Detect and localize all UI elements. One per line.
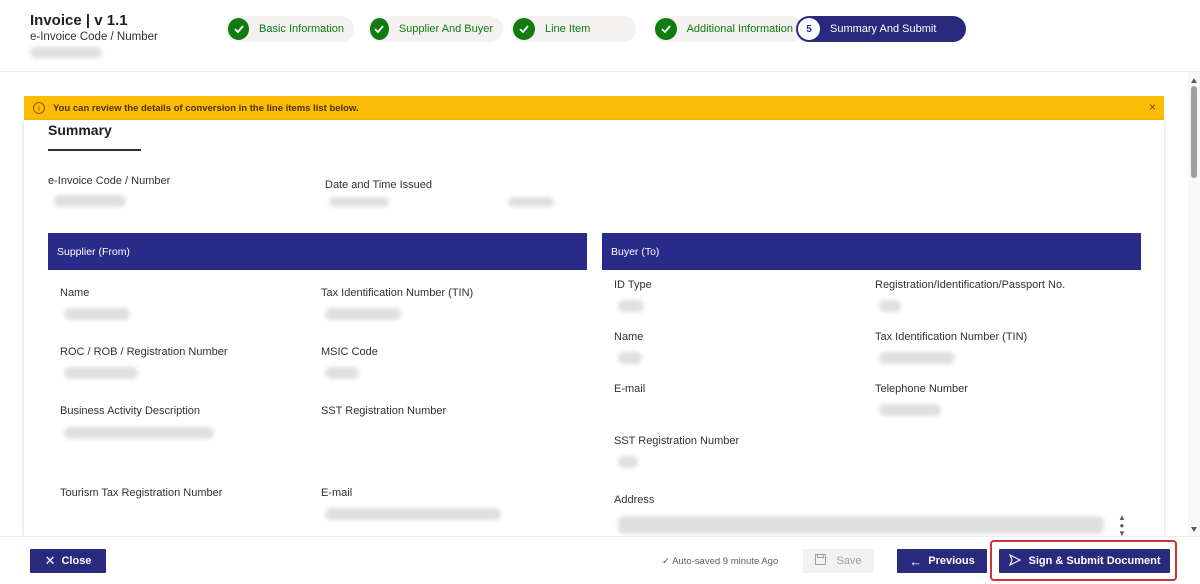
buyer-address-label: Address <box>614 494 655 506</box>
redacted-buyer-sst <box>618 456 638 468</box>
redacted-registration <box>879 300 901 312</box>
section-title: Summary <box>48 122 112 138</box>
check-icon <box>228 18 250 40</box>
title-block: Invoice | v 1.1 e-Invoice Code / Number <box>30 12 158 63</box>
buyer-panel-heading: Buyer (To) <box>602 233 1141 270</box>
redacted-address <box>618 516 1104 534</box>
buyer-sst-label: SST Registration Number <box>614 435 740 447</box>
redacted-id-type <box>618 300 644 312</box>
save-icon <box>815 554 827 568</box>
info-banner: i You can review the details of conversi… <box>24 96 1164 120</box>
buyer-phone-label: Telephone Number <box>875 383 968 395</box>
supplier-sst-label: SST Registration Number <box>321 405 447 417</box>
redacted-buyer-tin <box>879 352 955 364</box>
scroll-down-icon[interactable] <box>1191 527 1197 532</box>
save-button-label: Save <box>836 555 862 567</box>
step-label: Line Item <box>545 23 591 35</box>
resize-handle-icon[interactable]: ▲ ● ▼ <box>1118 514 1126 538</box>
supplier-name-label: Name <box>60 287 90 299</box>
step-number: 5 <box>798 18 820 40</box>
page-title: Invoice | v 1.1 <box>30 12 128 29</box>
page-header: Invoice | v 1.1 e-Invoice Code / Number … <box>0 0 1200 72</box>
supplier-roc-label: ROC / ROB / Registration Number <box>60 346 228 358</box>
supplier-tourism-label: Tourism Tax Registration Number <box>60 487 223 499</box>
redacted-supplier-roc <box>64 367 138 379</box>
submit-highlight-frame <box>990 540 1177 581</box>
autosave-status: ✓ Auto-saved 9 minute Ago <box>662 556 778 567</box>
redacted-activity <box>64 427 214 439</box>
step-label: Additional Information <box>686 23 793 35</box>
banner-message: You can review the details of conversion… <box>53 102 359 114</box>
arrow-left-icon: ← <box>909 553 923 569</box>
buyer-tin-label: Tax Identification Number (TIN) <box>875 331 1028 343</box>
redacted-msic-code <box>325 367 359 379</box>
close-button-label: Close <box>61 555 92 567</box>
invoice-code-label: e-Invoice Code / Number <box>48 175 171 187</box>
supplier-activity-label: Business Activity Description <box>60 405 200 417</box>
autosave-text: Auto-saved 9 minute Ago <box>672 556 779 567</box>
supplier-email-label: E-mail <box>321 487 353 499</box>
redacted-phone <box>879 404 941 416</box>
redacted-supplier-tin <box>325 308 401 320</box>
close-button[interactable]: ✕ Close <box>30 549 106 573</box>
section-underline <box>48 149 141 151</box>
buyer-registration-label: Registration/Identification/Passport No. <box>875 279 1066 291</box>
redacted-invoice-number <box>30 47 102 58</box>
buyer-id-type-label: ID Type <box>614 279 652 291</box>
buyer-name-label: Name <box>614 331 644 343</box>
check-icon <box>370 18 389 40</box>
previous-button[interactable]: ← Previous <box>897 549 987 573</box>
step-basic-information[interactable]: Basic Information <box>226 16 354 42</box>
save-button[interactable]: Save <box>803 549 874 573</box>
scroll-up-icon[interactable] <box>1191 78 1197 83</box>
redacted-supplier-name <box>64 308 130 320</box>
step-additional-information[interactable]: Additional Information <box>653 16 803 42</box>
supplier-tin-label: Tax Identification Number (TIN) <box>321 287 474 299</box>
date-issued-label: Date and Time Issued <box>325 179 433 191</box>
close-icon[interactable]: × <box>1149 100 1156 114</box>
check-icon <box>655 18 677 40</box>
step-line-item[interactable]: Line Item <box>511 16 636 42</box>
check-icon <box>513 18 535 40</box>
buyer-email-label: E-mail <box>614 383 646 395</box>
step-label: Supplier And Buyer <box>398 23 493 35</box>
redacted-invoice-code <box>54 195 126 207</box>
summary-card: Summary e-Invoice Code / Number Date and… <box>24 120 1164 536</box>
supplier-msic-label: MSIC Code <box>321 346 378 358</box>
step-label: Summary And Submit <box>830 23 937 35</box>
check-icon: ✓ <box>662 556 670 567</box>
vertical-scrollbar[interactable] <box>1188 72 1200 536</box>
redacted-time <box>508 197 554 207</box>
step-label: Basic Information <box>259 23 344 35</box>
redacted-buyer-name <box>618 352 642 364</box>
redacted-supplier-email <box>325 508 501 520</box>
close-icon: ✕ <box>44 553 56 568</box>
progress-stepper: Basic Information Supplier And Buyer Lin… <box>226 16 966 42</box>
previous-button-label: Previous <box>928 555 975 567</box>
step-summary-and-submit[interactable]: 5 Summary And Submit <box>796 16 966 42</box>
info-icon: i <box>33 102 45 114</box>
scroll-thumb[interactable] <box>1191 86 1197 178</box>
redacted-date <box>329 197 389 207</box>
step-supplier-and-buyer[interactable]: Supplier And Buyer <box>368 16 503 42</box>
supplier-panel-heading: Supplier (From) <box>48 233 587 270</box>
page-subtitle: e-Invoice Code / Number <box>30 31 158 43</box>
